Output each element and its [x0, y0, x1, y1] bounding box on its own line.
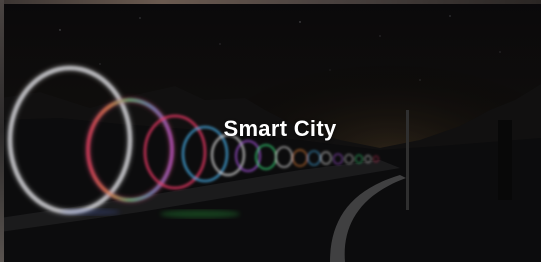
- smart-city-card[interactable]: Smart City: [0, 0, 541, 262]
- top-edge-strip: [0, 0, 541, 4]
- card-title: Smart City: [223, 116, 337, 141]
